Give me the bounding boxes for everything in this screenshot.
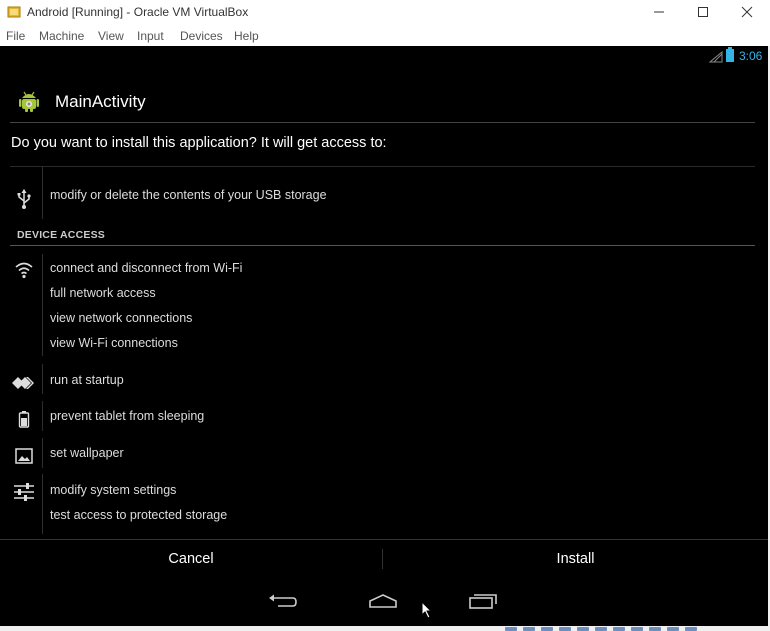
optical-drive-icon[interactable] bbox=[523, 627, 535, 631]
install-button[interactable]: Install bbox=[383, 540, 768, 578]
status-bar: 3:06 bbox=[0, 46, 768, 68]
startup-icon bbox=[12, 371, 36, 395]
cpu-icon[interactable] bbox=[649, 627, 661, 631]
video-capture-icon[interactable] bbox=[631, 627, 643, 631]
close-button[interactable] bbox=[724, 0, 770, 24]
signal-icon bbox=[708, 50, 723, 68]
section-divider bbox=[10, 245, 755, 246]
keyboard-icon[interactable] bbox=[667, 627, 679, 631]
menu-help[interactable]: Help bbox=[234, 29, 259, 43]
status-time: 3:06 bbox=[739, 49, 763, 63]
question-divider bbox=[10, 166, 755, 167]
permission-view-wifi: view Wi-Fi connections bbox=[50, 336, 178, 350]
wallpaper-icon bbox=[12, 444, 36, 468]
wifi-icon bbox=[12, 258, 36, 282]
menu-file[interactable]: File bbox=[6, 29, 25, 43]
permission-separator bbox=[42, 364, 43, 394]
usb-device-icon[interactable] bbox=[577, 627, 589, 631]
permission-run-at-startup: run at startup bbox=[50, 373, 124, 387]
menu-machine[interactable]: Machine bbox=[39, 29, 84, 43]
sliders-icon bbox=[12, 480, 36, 504]
battery-icon bbox=[12, 407, 36, 431]
mouse-capture-icon[interactable] bbox=[685, 627, 697, 631]
android-app-icon bbox=[18, 89, 40, 118]
permission-separator bbox=[42, 438, 43, 468]
menu-devices[interactable]: Devices bbox=[180, 29, 223, 43]
maximize-button[interactable] bbox=[680, 0, 726, 24]
back-icon[interactable] bbox=[263, 586, 303, 616]
permission-prevent-sleep: prevent tablet from sleeping bbox=[50, 409, 205, 423]
audio-icon[interactable] bbox=[541, 627, 553, 631]
shared-folder-icon[interactable] bbox=[595, 627, 607, 631]
permission-separator bbox=[42, 167, 43, 219]
cancel-button[interactable]: Cancel bbox=[0, 540, 382, 578]
header-divider bbox=[10, 122, 755, 123]
home-icon[interactable] bbox=[363, 586, 403, 616]
window-title: Android [Running] - Oracle VM VirtualBox bbox=[27, 5, 249, 19]
menu-bar: File Machine View Input Devices Help bbox=[0, 27, 770, 45]
virtualbox-icon bbox=[7, 5, 21, 19]
recents-icon[interactable] bbox=[463, 586, 503, 616]
permission-protected-storage: test access to protected storage bbox=[50, 508, 228, 522]
network-icon[interactable] bbox=[559, 627, 571, 631]
permission-full-network: full network access bbox=[50, 286, 156, 300]
permission-set-wallpaper: set wallpaper bbox=[50, 446, 124, 460]
section-device-access: DEVICE ACCESS bbox=[17, 229, 105, 241]
permission-separator bbox=[42, 401, 43, 431]
android-screen[interactable]: 3:06 MainActivity Do you want to install… bbox=[0, 46, 768, 626]
activity-title: MainActivity bbox=[55, 92, 146, 111]
usb-icon bbox=[12, 187, 36, 211]
permission-modify-settings: modify system settings bbox=[50, 483, 177, 497]
minimize-button[interactable] bbox=[636, 0, 682, 24]
permission-usb-storage: modify or delete the contents of your US… bbox=[50, 188, 327, 202]
battery-status-icon bbox=[726, 47, 734, 62]
menu-input[interactable]: Input bbox=[137, 29, 164, 43]
display-icon[interactable] bbox=[613, 627, 625, 631]
permission-view-network: view network connections bbox=[50, 311, 193, 325]
window-titlebar: Android [Running] - Oracle VM VirtualBox bbox=[0, 0, 770, 24]
hdd-icon[interactable] bbox=[505, 627, 517, 631]
permission-separator bbox=[42, 474, 43, 534]
menu-view[interactable]: View bbox=[98, 29, 124, 43]
mouse-cursor-icon bbox=[421, 600, 433, 624]
install-question: Do you want to install this application?… bbox=[11, 135, 387, 151]
permission-separator bbox=[42, 254, 43, 356]
permission-wifi-connect: connect and disconnect from Wi-Fi bbox=[50, 261, 243, 275]
